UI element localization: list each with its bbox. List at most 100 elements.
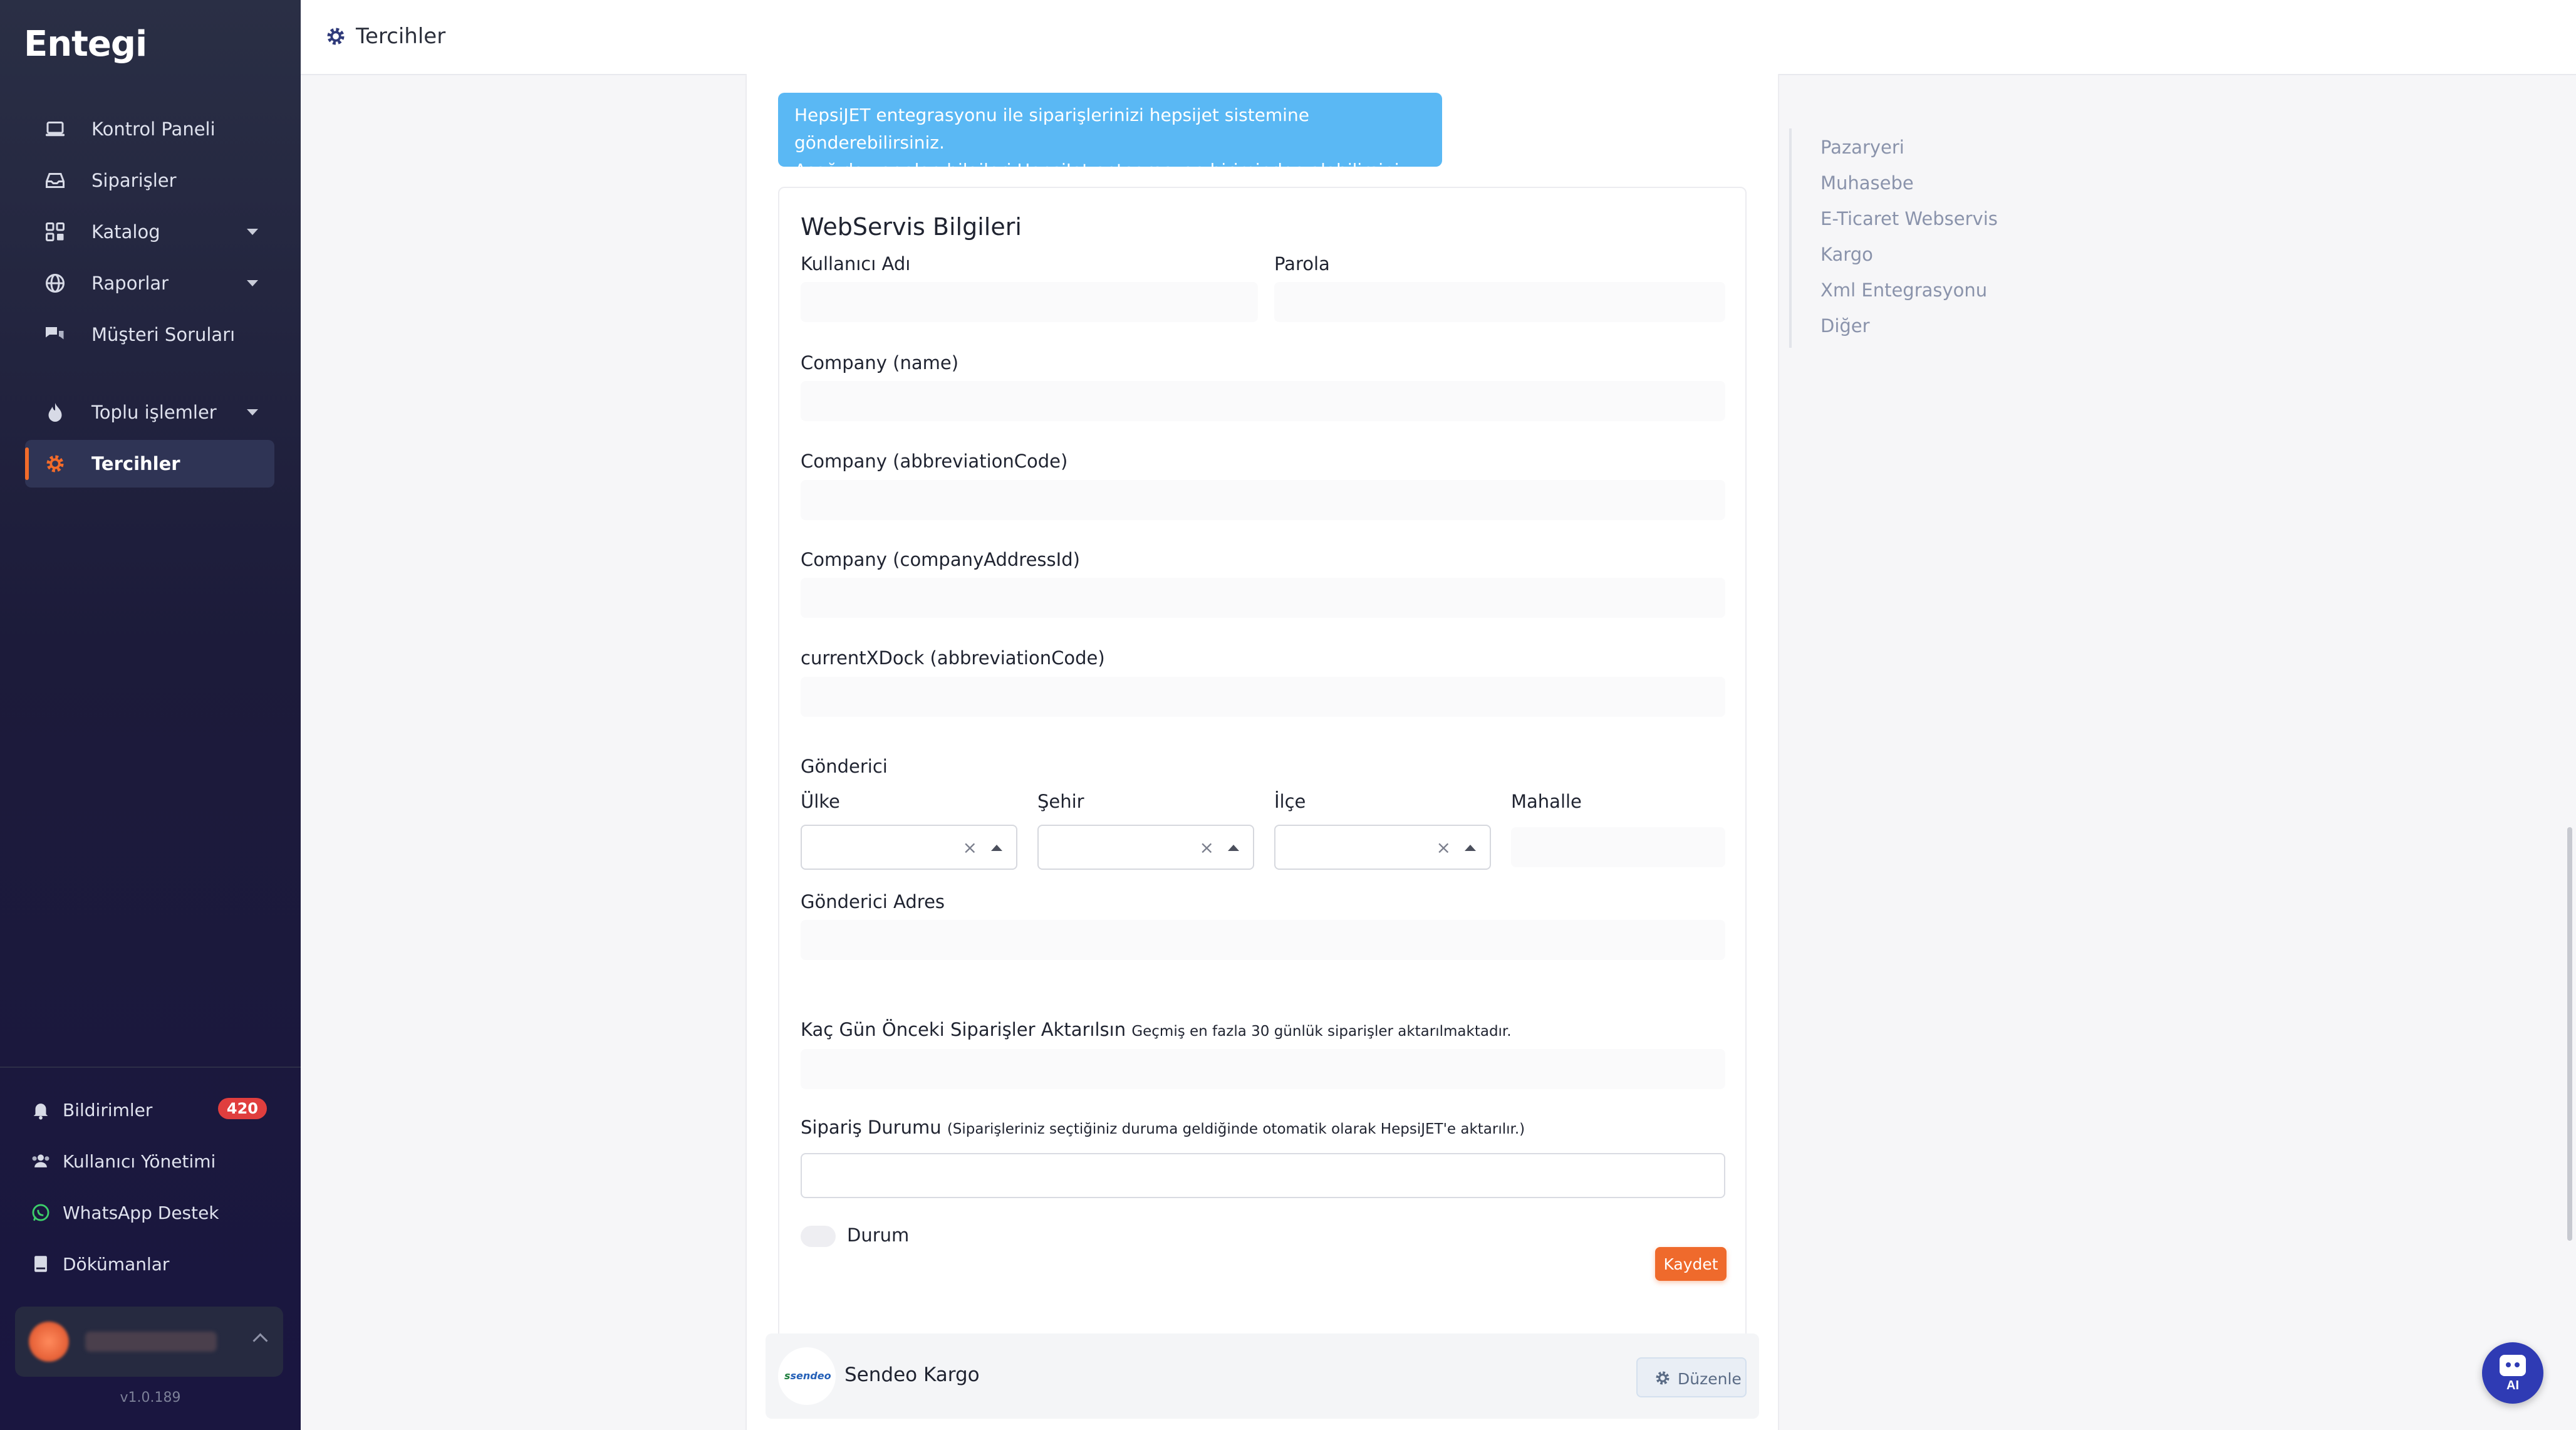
- clear-icon[interactable]: ×: [1200, 837, 1214, 858]
- edit-button[interactable]: Düzenle: [1636, 1357, 1747, 1397]
- sender-address-label: Gönderici Adres: [801, 891, 945, 912]
- section-link-muhasebe[interactable]: Muhasebe: [1820, 172, 1914, 194]
- bell-icon: [33, 1104, 48, 1120]
- district-select[interactable]: ×: [1274, 825, 1491, 870]
- sidebar-item-bildirimler[interactable]: Bildirimler 420: [25, 1088, 274, 1132]
- sidebar-item-label: Raporlar: [91, 273, 169, 294]
- brand-logo[interactable]: Entegi: [24, 24, 147, 65]
- sender-address-input[interactable]: [801, 920, 1725, 960]
- sidebar-item-label: Kontrol Paneli: [91, 118, 216, 140]
- clear-icon[interactable]: ×: [1436, 837, 1451, 858]
- section-link-kargo[interactable]: Kargo: [1820, 244, 1873, 265]
- sidebar-item-kontrol-paneli[interactable]: Kontrol Paneli: [25, 105, 274, 153]
- sidebar-item-label: Kullanıcı Yönetimi: [63, 1151, 216, 1172]
- edit-button-label: Düzenle: [1678, 1370, 1742, 1388]
- sendeo-logo-s: s: [784, 1370, 791, 1382]
- sidebar-item-raporlar[interactable]: Raporlar: [25, 259, 274, 307]
- days-label: Kaç Gün Önceki Siparişler Aktarılsın Geç…: [801, 1019, 1512, 1040]
- settings-panel: HepsiJET entegrasyonu ile siparişleriniz…: [745, 74, 1779, 1430]
- notification-count-badge: 420: [217, 1098, 267, 1119]
- sidebar-item-kullanici-yonetimi[interactable]: Kullanıcı Yönetimi: [25, 1139, 274, 1183]
- sidebar-item-toplu-islemler[interactable]: Toplu işlemler: [25, 389, 274, 436]
- chevron-up-icon: [991, 845, 1002, 851]
- city-select[interactable]: ×: [1037, 825, 1254, 870]
- divider: [0, 1067, 301, 1068]
- country-select[interactable]: ×: [801, 825, 1017, 870]
- save-button[interactable]: Kaydet: [1655, 1247, 1727, 1281]
- card-title: WebServis Bilgileri: [801, 213, 1022, 241]
- gear-icon: [327, 28, 345, 45]
- sidebar-item-tercihler[interactable]: Tercihler: [25, 440, 274, 488]
- sidebar-item-label: Dökümanlar: [63, 1254, 170, 1275]
- sidebar-item-musteri-sorulari[interactable]: Müşteri Soruları: [25, 311, 274, 358]
- sender-heading: Gönderici: [801, 756, 888, 777]
- neighborhood-input[interactable]: [1511, 827, 1725, 867]
- order-status-hint: (Siparişleriniz seçtiğiniz duruma geldiğ…: [947, 1121, 1525, 1137]
- sidebar-item-dokumanlar[interactable]: Dökümanlar: [25, 1242, 274, 1286]
- clear-icon[interactable]: ×: [963, 837, 977, 858]
- order-status-label-text: Sipariş Durumu: [801, 1117, 942, 1138]
- scrollbar-thumb[interactable]: [2567, 827, 2572, 1241]
- gear-icon: [1656, 1371, 1670, 1385]
- robot-eye: [2515, 1362, 2520, 1367]
- order-status-label: Sipariş Durumu (Siparişleriniz seçtiğini…: [801, 1117, 1525, 1138]
- sidebar-item-whatsapp-destek[interactable]: WhatsApp Destek: [25, 1191, 274, 1234]
- country-label: Ülke: [801, 791, 840, 812]
- sidebar-item-label: Müşteri Soruları: [91, 324, 236, 345]
- chevron-up-icon: [1228, 845, 1239, 851]
- district-label: İlçe: [1274, 791, 1306, 812]
- info-line: Aşağıda yer alan bilgileri HepsiJet ente…: [794, 160, 1415, 180]
- ai-assistant-button[interactable]: AI: [2482, 1342, 2543, 1404]
- section-link-eticaret-webservis[interactable]: E-Ticaret Webservis: [1820, 208, 1998, 229]
- top-header: Tercihler: [301, 0, 2576, 75]
- users-icon: [32, 1154, 49, 1167]
- section-link-xml-entegrasyonu[interactable]: Xml Entegrasyonu: [1820, 279, 1987, 301]
- sidebar-item-katalog[interactable]: Katalog: [25, 208, 274, 256]
- globe-icon: [46, 274, 65, 293]
- sidebar-item-label: Tercihler: [91, 453, 180, 474]
- xdock-input[interactable]: [801, 677, 1725, 717]
- laptop-icon: [46, 122, 65, 137]
- info-alert: HepsiJET entegrasyonu ile siparişleriniz…: [778, 93, 1442, 180]
- sidebar-item-siparisler[interactable]: Siparişler: [25, 157, 274, 204]
- city-label: Şehir: [1037, 791, 1084, 812]
- order-status-select[interactable]: [801, 1153, 1725, 1198]
- xdock-label: currentXDock (abbreviationCode): [801, 647, 1105, 669]
- company-address-input[interactable]: [801, 578, 1725, 618]
- robot-icon: [2500, 1355, 2526, 1376]
- info-line: HepsiJET entegrasyonu ile siparişleriniz…: [794, 105, 1309, 153]
- sidebar-item-label: Toplu işlemler: [91, 402, 217, 423]
- fire-icon: [48, 403, 62, 422]
- chat-icon: [46, 327, 64, 340]
- section-link-diger[interactable]: Diğer: [1820, 315, 1870, 337]
- sendeo-logo-word: sendeo: [790, 1370, 831, 1382]
- sidebar-item-label: Bildirimler: [63, 1100, 153, 1120]
- app-version: v1.0.189: [120, 1390, 181, 1406]
- grid-icon: [46, 222, 65, 241]
- password-input[interactable]: [1274, 282, 1725, 322]
- company-abbreviation-input[interactable]: [801, 480, 1725, 520]
- section-link-pazaryeri[interactable]: Pazaryeri: [1820, 137, 1904, 158]
- page-title: Tercihler: [356, 24, 446, 49]
- company-name-input[interactable]: [801, 381, 1725, 421]
- sidebar: Entegi Kontrol Paneli Siparişler Katalog…: [0, 0, 301, 1430]
- days-label-text: Kaç Gün Önceki Siparişler Aktarılsın: [801, 1019, 1126, 1040]
- username-label: Kullanıcı Adı: [801, 253, 911, 274]
- sendeo-logo-mark: ssendeo: [784, 1370, 831, 1382]
- company-address-label: Company (companyAddressId): [801, 549, 1080, 570]
- sidebar-item-label: Siparişler: [91, 170, 177, 191]
- chevron-down-icon: [247, 229, 258, 235]
- neighborhood-label: Mahalle: [1511, 791, 1582, 812]
- status-toggle-label: Durum: [847, 1224, 910, 1246]
- ai-button-label: AI: [2506, 1379, 2519, 1392]
- inbox-icon: [46, 173, 65, 188]
- password-label: Parola: [1274, 253, 1330, 274]
- gear-icon: [46, 455, 64, 472]
- webservice-card: WebServis Bilgileri Kullanıcı Adı Parola…: [778, 187, 1747, 1384]
- days-input[interactable]: [801, 1049, 1725, 1089]
- book-icon: [34, 1256, 47, 1272]
- user-menu[interactable]: [15, 1307, 283, 1377]
- chevron-up-icon: [252, 1333, 268, 1349]
- username-input[interactable]: [801, 282, 1258, 322]
- status-toggle[interactable]: [801, 1226, 836, 1247]
